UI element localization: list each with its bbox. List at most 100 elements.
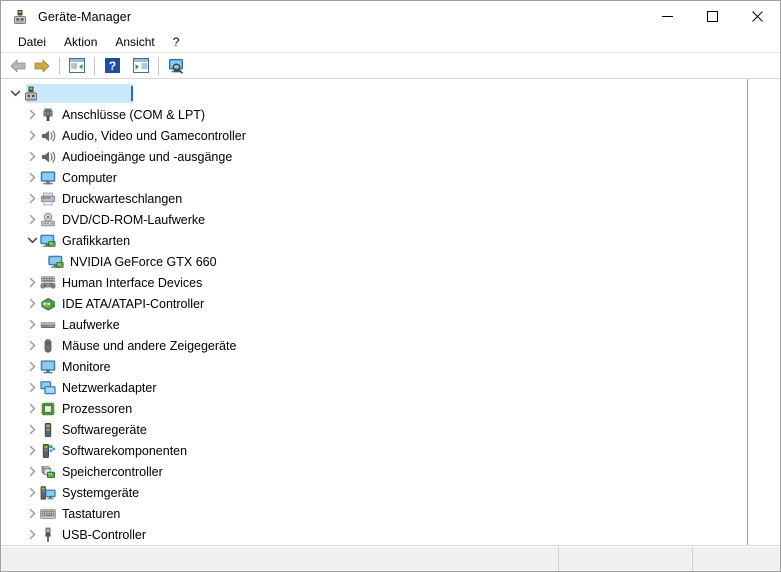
ports-icon: [40, 107, 56, 123]
tree-item-label: NVIDIA GeForce GTX 660: [70, 254, 217, 269]
display-adapter-icon: [40, 233, 56, 249]
expand-collapse-icon[interactable]: [24, 107, 40, 123]
device-tree-pane[interactable]: Anschlüsse (COM & LPT) Audio, Video und …: [1, 79, 748, 545]
status-bar: [1, 546, 780, 571]
device-manager-icon: [12, 9, 28, 25]
tree-item-label: USB-Controller: [62, 527, 147, 542]
window-controls: [645, 1, 780, 32]
expand-collapse-icon[interactable]: [24, 149, 40, 165]
expand-collapse-icon[interactable]: [24, 443, 40, 459]
tree-item[interactable]: Speichercontroller: [1, 461, 747, 482]
tree-item[interactable]: Netzwerkadapter: [1, 377, 747, 398]
expand-collapse-icon[interactable]: [24, 170, 40, 186]
expand-collapse-icon[interactable]: [24, 401, 40, 417]
tree-item[interactable]: Anschlüsse (COM & LPT): [1, 104, 747, 125]
expand-collapse-icon[interactable]: [24, 485, 40, 501]
monitor-scan-icon: [167, 58, 185, 74]
device-tree[interactable]: Anschlüsse (COM & LPT) Audio, Video und …: [1, 79, 747, 545]
tree-item[interactable]: IDE ATA/ATAPI-Controller: [1, 293, 747, 314]
show-hidden-devices-button[interactable]: [129, 55, 153, 77]
expand-collapse-icon[interactable]: [24, 128, 40, 144]
tree-item[interactable]: Human Interface Devices: [1, 272, 747, 293]
tree-item[interactable]: Prozessoren: [1, 398, 747, 419]
expand-collapse-icon[interactable]: [24, 464, 40, 480]
expand-collapse-icon[interactable]: [24, 380, 40, 396]
toolbar-separator: [94, 56, 95, 75]
menu-bar: Datei Aktion Ansicht ?: [1, 32, 780, 53]
software-device-icon: [40, 422, 56, 438]
speaker-icon: [40, 149, 56, 165]
tree-item[interactable]: Monitore: [1, 356, 747, 377]
tree-item-label: Audioeingänge und -ausgänge: [62, 149, 233, 164]
tree-item-label: Grafikkarten: [62, 233, 131, 248]
tree-item[interactable]: Computer: [1, 167, 747, 188]
storage-controller-icon: [40, 464, 56, 480]
status-pane-tertiary: [693, 547, 780, 571]
tree-item[interactable]: Laufwerke: [1, 314, 747, 335]
text-caret: [131, 86, 133, 101]
tree-item-label: Laufwerke: [62, 317, 120, 332]
question-mark-icon: ?: [104, 58, 120, 73]
tree-item-label: Speichercontroller: [62, 464, 163, 479]
tree-item[interactable]: Mäuse und andere Zeigegeräte: [1, 335, 747, 356]
monitor-icon: [40, 170, 56, 186]
expand-collapse-icon[interactable]: [24, 506, 40, 522]
tree-root-item[interactable]: [1, 83, 747, 104]
tree-item[interactable]: DVD/CD-ROM-Laufwerke: [1, 209, 747, 230]
menu-item-help[interactable]: ?: [164, 34, 189, 51]
title-bar: Geräte-Manager: [1, 1, 780, 32]
tree-item[interactable]: Audio, Video und Gamecontroller: [1, 125, 747, 146]
svg-text:?: ?: [108, 59, 115, 73]
window-play-icon: [133, 58, 149, 73]
toolbar-separator: [59, 56, 60, 75]
expand-collapse-icon[interactable]: [24, 212, 40, 228]
tree-item[interactable]: Audioeingänge und -ausgänge: [1, 146, 747, 167]
ide-controller-icon: [40, 296, 56, 312]
tree-item-label: DVD/CD-ROM-Laufwerke: [62, 212, 206, 227]
expand-collapse-icon[interactable]: [24, 233, 40, 249]
forward-arrow-icon: [33, 58, 51, 74]
help-button[interactable]: ?: [100, 55, 124, 77]
monitor-icon: [40, 359, 56, 375]
menu-item-datei[interactable]: Datei: [9, 34, 55, 51]
tree-item-label: Druckwarteschlangen: [62, 191, 183, 206]
tree-item[interactable]: Softwaregeräte: [1, 419, 747, 440]
forward-button[interactable]: [30, 55, 54, 77]
properties-button[interactable]: [65, 55, 89, 77]
minimize-button[interactable]: [645, 1, 690, 32]
expand-collapse-icon[interactable]: [24, 338, 40, 354]
menu-item-ansicht[interactable]: Ansicht: [106, 34, 163, 51]
expand-collapse-icon[interactable]: [24, 275, 40, 291]
toolbar: ?: [1, 53, 780, 79]
tree-item-label: Softwaregeräte: [62, 422, 147, 437]
expand-collapse-icon[interactable]: [24, 191, 40, 207]
tree-item[interactable]: Systemgeräte: [1, 482, 747, 503]
back-arrow-icon: [9, 58, 27, 74]
scan-hardware-button[interactable]: [164, 55, 188, 77]
network-adapter-icon: [40, 380, 56, 396]
tree-item[interactable]: Softwarekomponenten: [1, 440, 747, 461]
expand-collapse-icon[interactable]: [24, 359, 40, 375]
back-button[interactable]: [6, 55, 30, 77]
maximize-button[interactable]: [690, 1, 735, 32]
processor-icon: [40, 401, 56, 417]
expand-collapse-icon[interactable]: [24, 422, 40, 438]
menu-item-aktion[interactable]: Aktion: [55, 34, 106, 51]
tree-item-label: Audio, Video und Gamecontroller: [62, 128, 246, 143]
disk-drive-icon: [40, 317, 56, 333]
tree-item[interactable]: USB-Controller: [1, 524, 747, 545]
disc-drive-icon: [40, 212, 56, 228]
expand-collapse-icon[interactable]: [24, 317, 40, 333]
close-button[interactable]: [735, 1, 780, 32]
expand-collapse-icon[interactable]: [24, 527, 40, 543]
expand-collapse-icon[interactable]: [7, 86, 23, 102]
tree-item[interactable]: Grafikkarten: [1, 230, 747, 251]
tree-item[interactable]: Tastaturen: [1, 503, 747, 524]
speaker-icon: [40, 128, 56, 144]
right-pane-filler: [748, 79, 780, 545]
window-properties-icon: [69, 58, 85, 73]
tree-item[interactable]: Druckwarteschlangen: [1, 188, 747, 209]
expand-collapse-icon[interactable]: [24, 296, 40, 312]
status-pane-secondary: [559, 547, 693, 571]
tree-item[interactable]: NVIDIA GeForce GTX 660: [1, 251, 747, 272]
